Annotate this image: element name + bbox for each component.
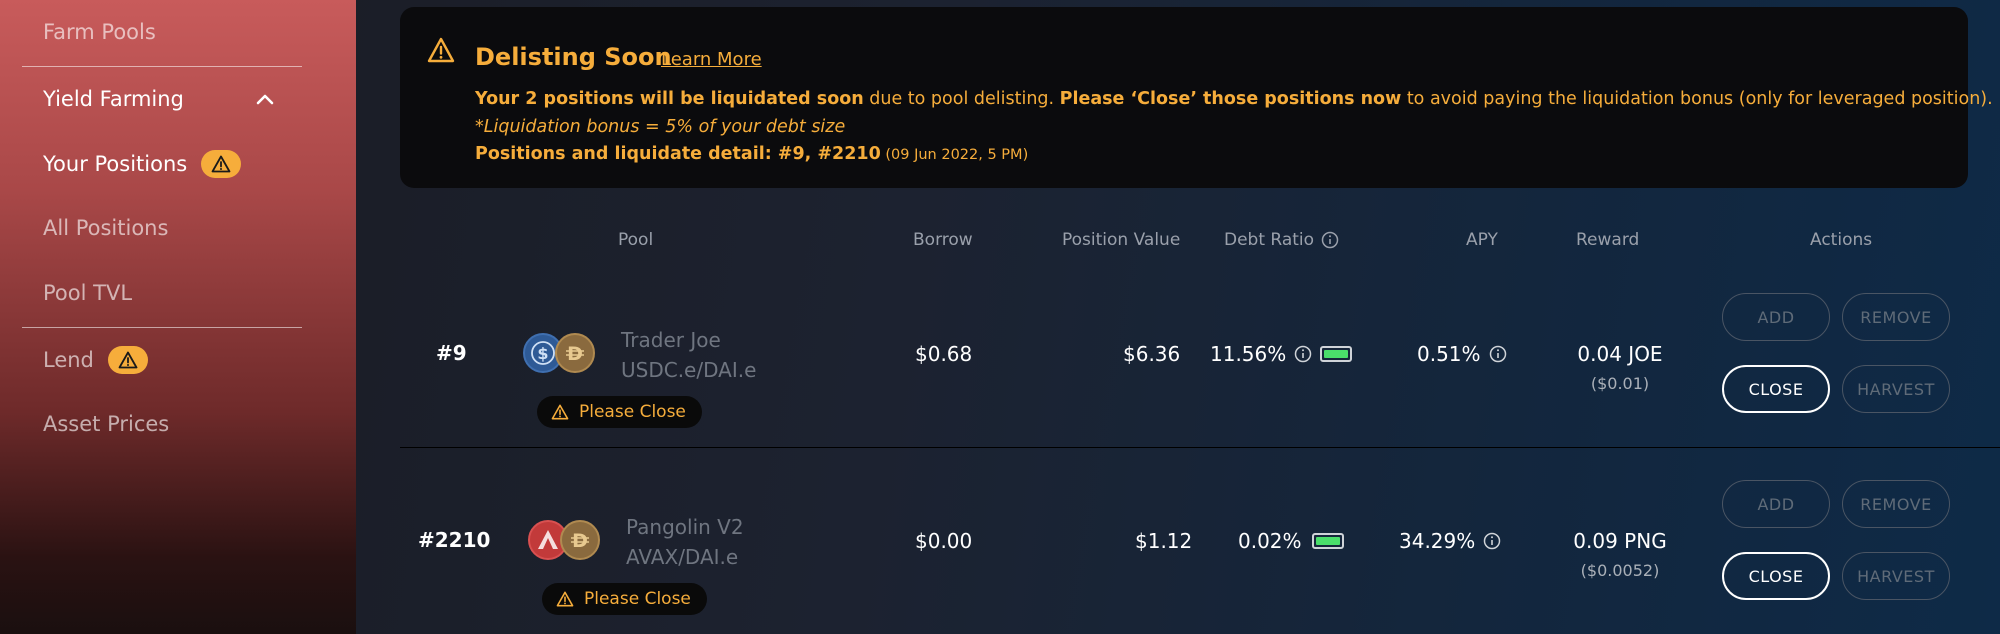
sidebar-item-label: Yield Farming	[43, 87, 184, 111]
warning-icon	[556, 591, 574, 607]
harvest-button[interactable]: HARVEST	[1842, 365, 1950, 413]
sidebar-divider	[22, 327, 302, 328]
harvest-button[interactable]: HARVEST	[1842, 552, 1950, 600]
sidebar: Farm Pools Yield Farming Your Positions …	[0, 0, 356, 634]
sidebar-item-label: Asset Prices	[43, 412, 170, 436]
sidebar-item-label: Farm Pools	[43, 20, 156, 44]
add-button[interactable]: ADD	[1722, 293, 1830, 341]
pool-protocol: Trader Joe	[621, 328, 721, 352]
sidebar-item-label: Pool TVL	[43, 281, 133, 305]
positions-detail: Positions and liquidate detail: #9, #221…	[475, 144, 1029, 164]
info-icon[interactable]	[1294, 345, 1312, 363]
please-close-badge[interactable]: Please Close	[537, 396, 702, 428]
dai-token-icon: D	[560, 520, 600, 560]
info-icon[interactable]	[1321, 231, 1339, 249]
sidebar-item-farm-pools[interactable]: Farm Pools	[43, 20, 156, 44]
warning-badge	[201, 150, 242, 178]
borrow-value: $0.00	[915, 529, 973, 553]
delisting-banner: Delisting Soon Learn More Your 2 positio…	[400, 7, 1993, 188]
header-actions: Actions	[1810, 230, 1873, 250]
remove-button[interactable]: REMOVE	[1842, 293, 1950, 341]
warning-icon	[427, 37, 455, 63]
liquidation-bonus-note: *Liquidation bonus = 5% of your debt siz…	[475, 117, 846, 137]
dai-token-icon: D	[555, 333, 595, 373]
header-borrow: Borrow	[913, 230, 973, 250]
pool-protocol: Pangolin V2	[626, 515, 744, 539]
sidebar-item-your-positions[interactable]: Your Positions	[43, 150, 242, 178]
position-value: $6.36	[1123, 342, 1181, 366]
chevron-up-icon[interactable]	[254, 88, 276, 110]
svg-text:D: D	[572, 530, 588, 552]
remove-button[interactable]: REMOVE	[1842, 480, 1950, 528]
header-reward: Reward	[1576, 230, 1640, 250]
reward-amount: 0.09 PNG	[1573, 529, 1667, 553]
sidebar-item-all-positions[interactable]: All Positions	[43, 216, 168, 240]
borrow-value: $0.68	[915, 342, 973, 366]
warning-icon	[118, 351, 138, 369]
header-pool: Pool	[618, 230, 654, 250]
sidebar-item-yield-farming[interactable]: Yield Farming	[43, 87, 184, 111]
table-row: #2210 D Pangolin V2 AVAX/DAI.e Please Cl…	[400, 448, 1968, 634]
banner-title: Delisting Soon	[475, 43, 672, 71]
reward-amount: 0.04 JOE	[1577, 342, 1663, 366]
table-row: #9 $ D Trader Joe USDC.e/DAI.e Please Cl…	[400, 261, 1968, 447]
warning-icon	[551, 404, 569, 420]
reward-usd: ($0.0052)	[1580, 561, 1660, 580]
sidebar-item-label: Lend	[43, 348, 94, 372]
svg-text:$: $	[537, 344, 548, 363]
add-button[interactable]: ADD	[1722, 480, 1830, 528]
info-icon[interactable]	[1483, 532, 1501, 550]
sidebar-item-label: All Positions	[43, 216, 169, 240]
apy: 34.29%	[1399, 529, 1501, 553]
sidebar-item-pool-tvl[interactable]: Pool TVL	[43, 281, 132, 305]
sidebar-item-label: Your Positions	[43, 152, 188, 176]
info-icon[interactable]	[1489, 345, 1507, 363]
apy: 0.51%	[1417, 342, 1507, 366]
debt-ratio: 0.02%	[1238, 529, 1344, 553]
debt-health-battery-icon	[1320, 346, 1353, 362]
banner-message: Your 2 positions will be liquidated soon…	[475, 89, 1993, 109]
pool-pair: AVAX/DAI.e	[626, 545, 739, 569]
learn-more-link[interactable]: Learn More	[661, 49, 762, 70]
svg-text:D: D	[567, 343, 583, 365]
position-id[interactable]: #2210	[418, 528, 490, 552]
close-button[interactable]: CLOSE	[1722, 552, 1830, 600]
debt-health-battery-icon	[1311, 533, 1344, 549]
position-value: $1.12	[1135, 529, 1193, 553]
warning-icon	[211, 155, 231, 173]
header-debt-ratio: Debt Ratio	[1224, 230, 1339, 250]
header-position-value: Position Value	[1062, 230, 1181, 250]
sidebar-item-asset-prices[interactable]: Asset Prices	[43, 412, 169, 436]
reward-usd: ($0.01)	[1590, 374, 1650, 393]
warning-badge	[107, 346, 148, 374]
sidebar-item-lend[interactable]: Lend	[43, 346, 148, 374]
close-button[interactable]: CLOSE	[1722, 365, 1830, 413]
position-id[interactable]: #9	[436, 341, 467, 365]
sidebar-divider	[22, 66, 302, 67]
pool-pair: USDC.e/DAI.e	[621, 358, 757, 382]
please-close-badge[interactable]: Please Close	[542, 583, 707, 615]
header-apy: APY	[1466, 230, 1498, 250]
debt-ratio: 11.56%	[1210, 342, 1353, 366]
